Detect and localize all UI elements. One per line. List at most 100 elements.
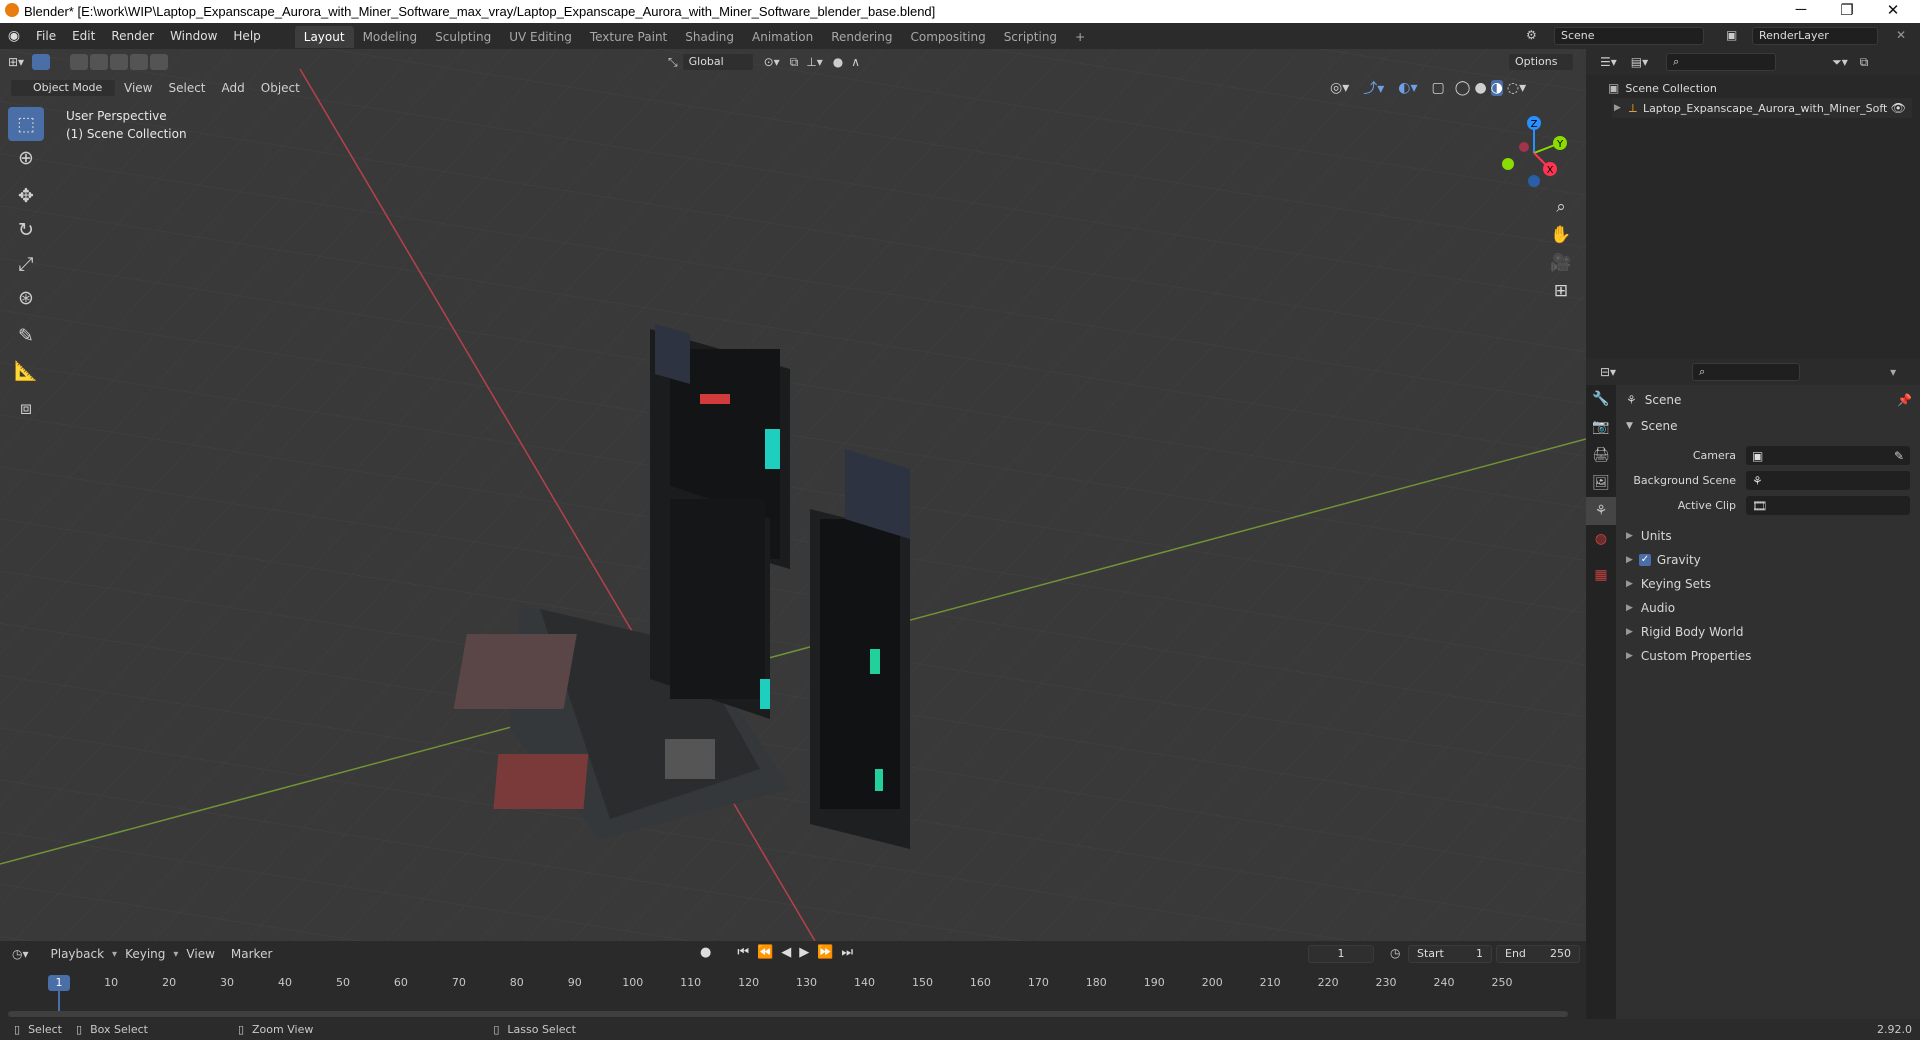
measure-tool-icon[interactable]: 📐 [8,353,44,387]
close-button[interactable]: ✕ [1870,1,1916,19]
audio-panel[interactable]: ▶ Audio [1626,601,1675,615]
pan-hand-icon[interactable]: ✋ [1547,221,1575,249]
material-shading-icon[interactable]: ◑ [1490,80,1503,96]
restore-button[interactable]: ❐ [1824,1,1870,19]
expand-arrow-icon: ▶ [1626,627,1633,637]
keying-sets-panel[interactable]: ▶ Keying Sets [1626,577,1711,591]
ortho-grid-icon[interactable]: ⊞ [1547,277,1575,305]
outliner-row-scene-collection[interactable]: ▣ Scene Collection [1608,79,1717,97]
tab-rendering[interactable]: Rendering [822,26,901,48]
eyedropper-icon[interactable]: ✎ [1894,449,1904,463]
add-cube-tool-icon[interactable]: ⧈ [8,391,44,425]
menu-edit[interactable]: Edit [64,23,103,49]
rigid-body-world-panel[interactable]: ▶ Rigid Body World [1626,625,1743,639]
wireframe-shading-icon[interactable]: ◯ [1455,80,1471,96]
tab-compositing[interactable]: Compositing [901,26,994,48]
active-clip-field[interactable]: 🎞 [1746,496,1910,515]
visibility-eye-icon[interactable]: 👁 [1891,101,1906,115]
tab-modeling[interactable]: Modeling [354,26,427,48]
object-mode-dropdown[interactable]: Object Mode [10,79,116,97]
menu-help[interactable]: Help [225,23,268,49]
visibility-icon[interactable]: ◎▾ [1330,80,1349,96]
snap-icon[interactable]: ⧉ [790,55,799,70]
annotate-tool-icon[interactable]: ✎ [8,319,44,353]
filter-icon[interactable]: ⏷▾ [1832,55,1848,70]
transform-orientation-dropdown[interactable]: Global [681,53,754,71]
timeline-scrollbar[interactable] [8,1011,1568,1017]
falloff-icon[interactable]: ∧ [851,55,860,69]
select-mode-new-icon[interactable] [70,54,89,70]
tab-shading[interactable]: Shading [676,26,743,48]
menu-window[interactable]: Window [162,23,225,49]
solid-shading-icon[interactable]: ● [1474,80,1486,96]
snap-target-icon[interactable]: ⊥▾ [806,55,822,69]
expand-arrow-icon[interactable]: ▶ [1614,103,1621,113]
pin-icon[interactable]: 📌 [1897,393,1912,407]
add-workspace-button[interactable]: + [1066,26,1094,48]
tab-uv-editing[interactable]: UV Editing [500,26,581,48]
pivot-icon[interactable]: ⊙▾ [764,55,780,69]
outliner-editor-icon[interactable]: ☰▾ [1600,55,1617,69]
expand-arrow-icon: ▶ [1626,651,1633,661]
overlay-icon[interactable]: ◐▾ [1398,80,1417,96]
custom-properties-panel[interactable]: ▶ Custom Properties [1626,649,1751,663]
tab-layout[interactable]: Layout [294,26,354,48]
blender-menu-icon[interactable]: ◉ [0,28,28,44]
menu-add[interactable]: Add [214,77,253,99]
display-mode-icon[interactable]: ▤▾ [1631,55,1648,69]
select-mode-invert-icon[interactable] [130,54,149,70]
scale-tool-icon[interactable]: ⤢ [8,247,44,281]
tab-sculpting[interactable]: Sculpting [426,26,500,48]
tab-texture-paint[interactable]: Texture Paint [581,26,676,48]
options-dropdown[interactable]: Options [1508,53,1574,71]
new-collection-icon[interactable]: ⧉ [1860,55,1869,70]
camera-field[interactable]: ▣ ✎ [1746,446,1910,465]
menu-select[interactable]: Select [160,77,213,99]
rotate-tool-icon[interactable]: ↻ [8,213,44,247]
menu-render[interactable]: Render [103,23,162,49]
frame-ruler[interactable]: 1 10 20 30 40 50 60 70 80 90 100 110 120 130 140 150 160… [8,967,1578,1019]
outliner-row-object[interactable]: ▶ ⟂ Laptop_Expanscape_Aurora_with_Miner_… [1612,98,1912,118]
units-panel[interactable]: ▶ Units [1626,529,1672,543]
close-renderlayer-icon[interactable]: ✕ [1896,28,1906,42]
3d-viewport[interactable]: ⊞▾ ⤡ Global ⊙▾ ⧉ ⊥▾ ● ∧ Options Object M… [0,49,1586,941]
tab-animation[interactable]: Animation [743,26,822,48]
zoom-icon[interactable]: ⌕ [1547,193,1575,221]
move-tool-icon[interactable]: ✥ [8,179,44,213]
transform-tool-icon[interactable]: ⊛ [8,281,44,315]
scene-icon[interactable]: ⚙ [1526,28,1537,42]
renderlayer-icon[interactable]: ▣ [1726,28,1737,42]
select-mode-extend-icon[interactable] [90,54,109,70]
gravity-panel[interactable]: ▶ ✓ Gravity [1626,553,1701,567]
properties-editor-icon[interactable]: ⊟▾ [1600,365,1616,379]
world-tab-icon[interactable]: ◍ [1586,525,1616,553]
xray-icon[interactable]: ▢ [1432,80,1445,96]
outliner-search-input[interactable]: ⌕ [1666,53,1777,71]
select-mode-intersect-icon[interactable] [150,54,169,70]
properties-search-input[interactable]: ⌕ [1692,363,1801,381]
cursor-tool-icon[interactable]: ⊕ [8,141,44,175]
tool-tab-icon[interactable]: 🔧 [1586,385,1616,413]
properties-options-icon[interactable]: ▾ [1890,365,1896,379]
camera-view-icon[interactable]: 🎥 [1547,249,1575,277]
scene-field[interactable]: Scene [1554,27,1704,45]
render-tab-icon[interactable]: 📷 [1586,413,1616,441]
select-tool-icon[interactable] [32,54,51,70]
rendered-shading-icon[interactable]: ◌▾ [1507,80,1526,96]
background-scene-field[interactable]: ⚘ [1746,471,1910,490]
menu-file[interactable]: File [28,23,64,49]
editor-type-icon[interactable]: ⊞▾ [0,49,32,75]
menu-view[interactable]: View [116,77,160,99]
texture-tab-icon[interactable]: ▦ [1586,561,1616,589]
proportional-edit-icon[interactable]: ● [833,55,843,69]
minimize-button[interactable]: ─ [1778,1,1824,18]
select-mode-subtract-icon[interactable] [110,54,129,70]
gizmo-icon[interactable]: ⤴▾ [1363,78,1384,98]
tab-scripting[interactable]: Scripting [995,26,1066,48]
navigation-gizmo[interactable]: Z Y X [1494,113,1574,193]
scene-panel-header[interactable]: ▼ Scene [1626,419,1678,433]
renderlayer-field[interactable]: RenderLayer [1752,27,1878,45]
menu-object[interactable]: Object [253,77,308,99]
gravity-checkbox[interactable]: ✓ [1638,554,1651,566]
select-box-tool-icon[interactable]: ⬚ [8,107,44,141]
